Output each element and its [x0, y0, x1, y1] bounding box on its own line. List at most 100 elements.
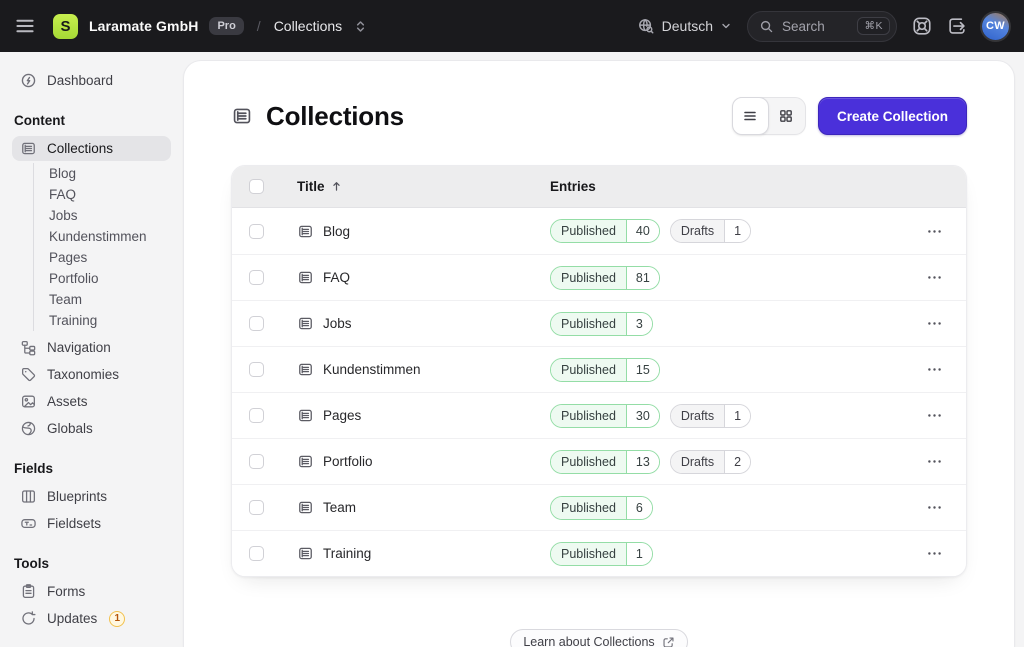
row-actions-button[interactable]	[918, 447, 950, 477]
search-placeholder: Search	[782, 18, 825, 34]
collection-link[interactable]: Jobs	[297, 315, 352, 332]
doc-icon	[297, 499, 314, 516]
collection-link[interactable]: Portfolio	[297, 453, 373, 470]
sidebar-subitem-jobs[interactable]: Jobs	[34, 205, 171, 226]
language-selector[interactable]: Deutsch	[637, 17, 732, 35]
row-actions-cell	[918, 263, 966, 293]
collection-link[interactable]: FAQ	[297, 269, 350, 286]
sidebar-item-fieldsets[interactable]: Fieldsets	[12, 511, 171, 536]
select-all-checkbox[interactable]	[249, 179, 264, 194]
row-checkbox[interactable]	[249, 223, 264, 239]
list-view-button[interactable]	[731, 97, 769, 135]
row-checkbox-cell	[232, 223, 297, 239]
avatar[interactable]: CW	[982, 12, 1009, 40]
published-badge: Published 13	[550, 449, 660, 474]
collection-link[interactable]: Kundenstimmen	[297, 361, 421, 378]
collection-title: Kundenstimmen	[323, 362, 421, 377]
collections-icon	[20, 140, 37, 157]
sidebar-subitem-pages[interactable]: Pages	[34, 247, 171, 268]
collection-link[interactable]: Pages	[297, 407, 361, 424]
row-checkbox-cell	[232, 362, 297, 377]
published-badge-count: 13	[626, 450, 659, 473]
sidebar-item-collections[interactable]: Collections	[12, 136, 171, 161]
statamic-logo[interactable]: S	[53, 13, 78, 39]
sidebar-item-label: Forms	[47, 584, 86, 599]
row-actions-button[interactable]	[918, 355, 950, 385]
collection-link[interactable]: Training	[297, 545, 371, 562]
row-checkbox[interactable]	[249, 362, 264, 377]
collection-title: Training	[323, 546, 372, 561]
published-badge-label: Published	[551, 266, 627, 289]
sidebar-section-title: Fields	[14, 461, 54, 476]
drafts-badge-count: 2	[725, 450, 751, 473]
sidebar-children: Blog FAQ Jobs Kundenstimmen Pages Portfolio Te…	[33, 163, 171, 331]
ellipsis-icon	[926, 315, 943, 332]
published-badge-count: 15	[626, 358, 659, 381]
drafts-badge: Drafts 1	[669, 403, 752, 428]
sidebar-subitem-kundenstimmen[interactable]: Kundenstimmen	[34, 226, 171, 247]
search-input[interactable]: Search ⌘K	[747, 10, 897, 42]
breadcrumb[interactable]: Collections	[274, 18, 342, 34]
row-title-cell: Training	[297, 545, 550, 562]
sidebar-subitem-training[interactable]: Training	[34, 310, 171, 331]
sidebar-item-taxonomies[interactable]: Taxonomies	[12, 362, 171, 387]
collection-link[interactable]: Team	[297, 499, 356, 516]
row-checkbox[interactable]	[249, 316, 264, 331]
row-entries-cell: Published 3	[550, 311, 918, 336]
content-area: Dashboard Content Collections Blog FAQ Jobs Ku…	[0, 52, 1024, 647]
menu-icon[interactable]	[14, 15, 36, 37]
sidebar-item-forms[interactable]: Forms	[12, 579, 171, 604]
sidebar-item-label: Assets	[47, 394, 88, 409]
sidebar-subitem-faq[interactable]: FAQ	[34, 184, 171, 205]
drafts-badge: Drafts 2	[669, 449, 752, 474]
row-actions-button[interactable]	[918, 263, 950, 293]
sidebar-item-globals[interactable]: Globals	[12, 416, 171, 441]
row-checkbox[interactable]	[249, 270, 264, 285]
row-actions-button[interactable]	[918, 539, 950, 569]
site-name[interactable]: Laramate GmbH	[89, 18, 198, 34]
sidebar-subitem-portfolio[interactable]: Portfolio	[34, 268, 171, 289]
published-badge-label: Published	[551, 358, 627, 381]
breadcrumb-selector-icon[interactable]	[353, 19, 368, 34]
table-row: Kundenstimmen Published 15	[232, 346, 966, 392]
learn-about-collections-link[interactable]: Learn about Collections	[510, 629, 688, 647]
published-badge-count: 1	[626, 542, 652, 565]
collection-title: Jobs	[323, 316, 352, 331]
sidebar-item-updates[interactable]: Updates 1	[12, 606, 171, 631]
sidebar-item-assets[interactable]: Assets	[12, 389, 171, 414]
globals-icon	[20, 420, 37, 437]
sidebar-subitem-team[interactable]: Team	[34, 289, 171, 310]
published-badge: Published 15	[550, 357, 660, 382]
sidebar-item-label: Globals	[47, 421, 93, 436]
sidebar-item-label: Updates	[47, 611, 98, 626]
doc-icon	[297, 269, 314, 286]
dashboard-icon	[20, 72, 37, 89]
collection-title: Pages	[323, 408, 362, 423]
row-checkbox-cell	[232, 546, 297, 561]
row-actions-cell	[918, 355, 966, 385]
row-actions-button[interactable]	[918, 493, 950, 523]
sidebar-item-navigation[interactable]: Navigation	[12, 335, 171, 360]
row-checkbox[interactable]	[249, 408, 264, 423]
taxonomies-icon	[20, 366, 37, 383]
row-checkbox[interactable]	[249, 546, 264, 561]
sort-ascending-icon	[330, 180, 343, 193]
row-checkbox[interactable]	[249, 454, 264, 469]
published-badge-label: Published	[551, 404, 627, 427]
help-icon[interactable]	[912, 16, 932, 36]
row-actions-button[interactable]	[918, 309, 950, 339]
row-actions-button[interactable]	[918, 401, 950, 431]
grid-view-button[interactable]	[768, 98, 805, 134]
create-collection-button[interactable]: Create Collection	[817, 97, 967, 135]
sidebar-item-dashboard[interactable]: Dashboard	[12, 68, 171, 93]
drafts-badge: Drafts 1	[669, 219, 752, 243]
visit-site-icon[interactable]	[947, 16, 967, 36]
row-title-cell: Jobs	[297, 315, 550, 332]
row-checkbox[interactable]	[249, 500, 264, 515]
row-actions-button[interactable]	[918, 216, 950, 246]
sidebar-item-blueprints[interactable]: Blueprints	[12, 484, 171, 509]
sort-by-title[interactable]: Title	[297, 179, 343, 194]
collection-link[interactable]: Blog	[297, 223, 350, 240]
topbar-left: S Laramate GmbH Pro / Collections	[14, 13, 368, 39]
sidebar-subitem-blog[interactable]: Blog	[34, 163, 171, 184]
